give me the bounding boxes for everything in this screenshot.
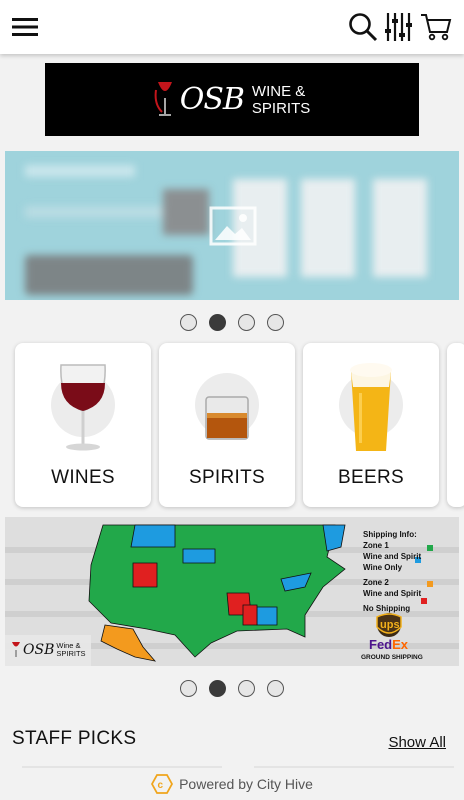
wine-glass-icon (60, 364, 106, 451)
logo-line-2: SPIRITS (251, 99, 311, 117)
category-label: WINES (51, 467, 115, 488)
category-card-spirits[interactable]: SPIRITS (159, 343, 295, 507)
legend-wine-only: Wine Only (363, 563, 403, 572)
shipping-legend: Shipping Info: Zone 1 Wine and Spirit Wi… (363, 529, 421, 614)
wine-splash-icon (154, 81, 172, 116)
carousel-dot[interactable] (238, 314, 255, 331)
svg-text:c: c (158, 780, 164, 791)
legend-zone1: Zone 1 (363, 541, 389, 550)
beer-glass-icon (350, 363, 392, 451)
legend-zone2-item: Wine and Spirit (363, 589, 422, 598)
store-logo: OSB WINE & SPIRITS (154, 78, 311, 122)
show-all-link[interactable]: Show All (388, 734, 446, 751)
hero-carousel-dots (0, 314, 464, 331)
shipping-info-banner[interactable]: Shipping Info: Zone 1 Wine and Spirit Wi… (5, 517, 459, 666)
banner-store-logo: OSB Wine & SPIRITS (11, 641, 86, 659)
hero-carousel-slide[interactable] (5, 151, 459, 300)
carousel-dot-active[interactable] (209, 314, 226, 331)
banner-logo-line-2: SPIRITS (56, 649, 86, 658)
fedex-logo-fed: Fed (369, 637, 393, 652)
category-label: BEERS (338, 467, 404, 488)
hamburger-menu-icon[interactable] (8, 10, 42, 44)
ups-logo: ups (380, 619, 400, 631)
carousel-dot[interactable] (180, 680, 197, 697)
staff-picks-title: STAFF PICKS (12, 728, 137, 749)
ground-shipping-label: GROUND SHIPPING (361, 654, 423, 661)
category-card-next[interactable] (447, 343, 464, 507)
legend-zone2: Zone 2 (363, 578, 389, 587)
whiskey-glass-icon (205, 396, 249, 440)
carousel-dot[interactable] (238, 680, 255, 697)
top-app-bar (0, 0, 464, 54)
carousel-dot[interactable] (267, 314, 284, 331)
image-placeholder-icon (209, 206, 257, 251)
fedex-logo-ex: Ex (392, 637, 409, 652)
store-logo-banner[interactable]: OSB WINE & SPIRITS (45, 63, 419, 136)
shopping-cart-icon[interactable] (419, 10, 453, 44)
search-icon[interactable] (346, 10, 380, 44)
legend-zone1-item: Wine and Spirit (363, 552, 422, 561)
carousel-dot-active[interactable] (209, 680, 226, 697)
category-card-wines[interactable]: WINES (15, 343, 151, 507)
category-label: SPIRITS (188, 467, 265, 488)
logo-initials: OSB (179, 82, 245, 117)
logo-line-1: WINE & (251, 82, 306, 100)
banner-logo-initials: OSB (23, 642, 55, 658)
carousel-dot[interactable] (267, 680, 284, 697)
legend-no-shipping: No Shipping (363, 604, 411, 613)
wine-splash-icon (12, 642, 20, 657)
powered-by-footer[interactable]: c Powered by City Hive (0, 768, 464, 800)
fedex-logo: FedEx (369, 637, 408, 652)
city-hive-logo-icon: c (151, 774, 174, 794)
carousel-dot[interactable] (180, 314, 197, 331)
legend-title: Shipping Info: (363, 530, 417, 539)
shipping-carousel-dots (0, 680, 464, 697)
filter-sliders-icon[interactable] (381, 10, 415, 44)
powered-by-text: Powered by City Hive (179, 776, 313, 792)
category-card-beers[interactable]: BEERS (303, 343, 439, 507)
